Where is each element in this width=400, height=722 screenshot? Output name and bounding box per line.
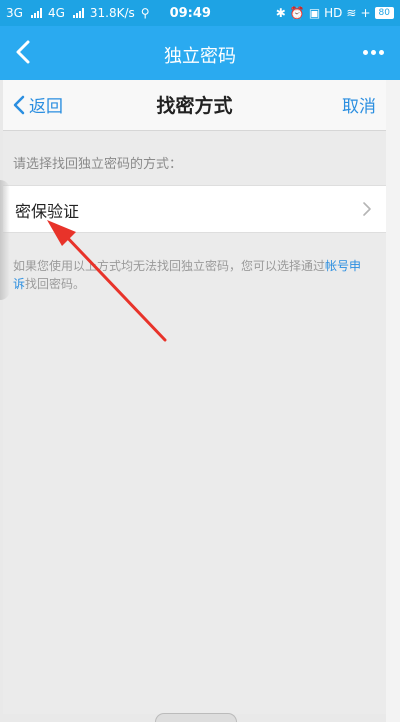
option-security-verification[interactable]: 密保验证 xyxy=(3,185,386,233)
more-dot-icon xyxy=(378,49,384,55)
hd-label: HD xyxy=(324,6,343,20)
nfc-icon: ▣ xyxy=(308,6,321,20)
more-dot-icon xyxy=(362,49,368,55)
home-handle[interactable] xyxy=(155,713,237,722)
bluetooth-icon: ✱ xyxy=(275,6,286,20)
note-text: 如果您使用以上方式均无法找回独立密码，您可以选择通过 xyxy=(13,259,326,273)
battery-icon: 80 xyxy=(374,7,394,19)
signal-icon xyxy=(30,8,42,18)
help-note: 如果您使用以上方式均无法找回独立密码，您可以选择通过帐号申诉找回密码。 xyxy=(13,257,372,293)
app-title: 独立密码 xyxy=(164,46,236,67)
charging-icon: + xyxy=(360,6,371,20)
note-tail: 找回密码。 xyxy=(25,277,86,291)
more-button[interactable] xyxy=(356,38,390,66)
edge-shadow xyxy=(0,180,10,300)
method-prompt: 请选择找回独立密码的方式： xyxy=(13,157,183,172)
network-label-2: 4G xyxy=(47,6,65,20)
status-bar: 3G 4G 31.8K/s ⚲ 09:49 ✱ ⏰ ▣ HD ≋ + 80 xyxy=(0,0,400,26)
right-edge xyxy=(386,80,400,722)
page-title: 找密方式 xyxy=(156,95,233,117)
option-label: 密保验证 xyxy=(15,202,80,221)
status-left: 3G 4G 31.8K/s ⚲ 09:49 xyxy=(6,6,276,21)
signal-icon-2 xyxy=(72,8,84,18)
clock: 09:49 xyxy=(169,5,211,21)
chevron-right-icon xyxy=(363,202,371,216)
web-content: 返回 找密方式 取消 请选择找回独立密码的方式： 密保验证 如果您使用以上方式均… xyxy=(3,80,386,714)
network-speed: 31.8K/s xyxy=(89,6,135,20)
alarm-icon: ⏰ xyxy=(289,6,305,20)
web-header: 返回 找密方式 取消 xyxy=(3,80,386,131)
network-label-1: 3G xyxy=(6,6,23,20)
app-bar: 独立密码 xyxy=(0,26,400,80)
status-right: ✱ ⏰ ▣ HD ≋ + 80 xyxy=(276,6,394,20)
wifi-icon: ≋ xyxy=(346,6,357,20)
cancel-button[interactable]: 取消 xyxy=(342,92,376,117)
more-dot-icon xyxy=(370,49,376,55)
usb-icon: ⚲ xyxy=(140,6,150,20)
